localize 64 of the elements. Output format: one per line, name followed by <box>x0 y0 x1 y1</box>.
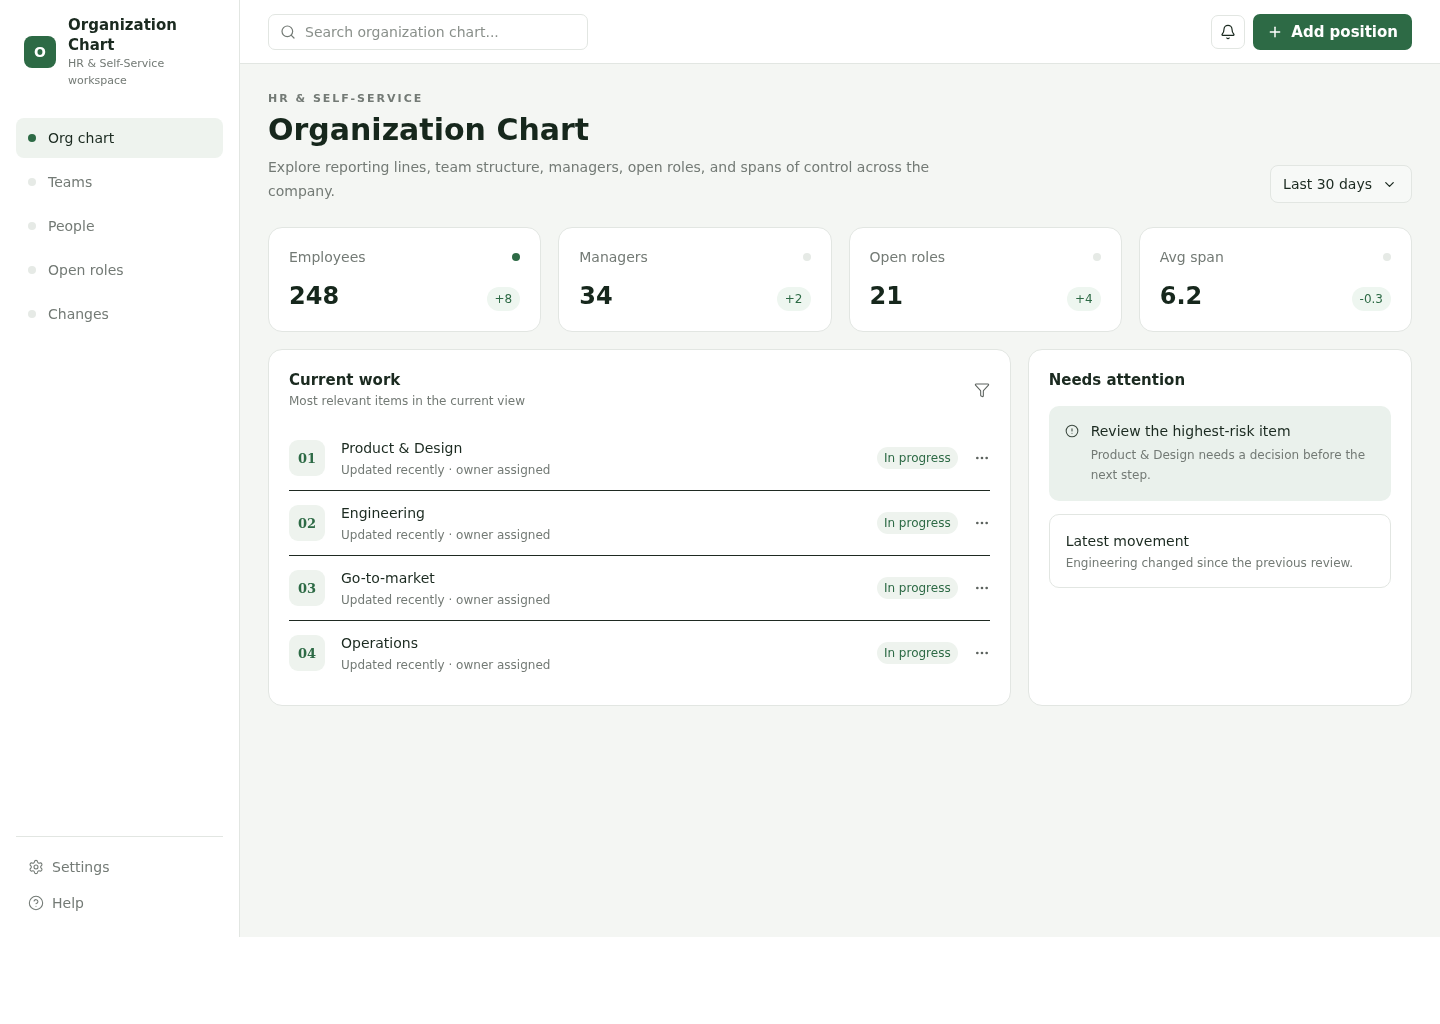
row-number: 01 <box>289 440 325 476</box>
nav-item[interactable]: Org chart <box>16 118 223 158</box>
help-link[interactable]: Help <box>16 885 223 921</box>
help-icon <box>28 895 44 911</box>
search-icon <box>280 23 296 40</box>
settings-icon <box>28 859 44 875</box>
stat-value: 248 <box>289 281 340 311</box>
stat-value: 34 <box>579 281 613 311</box>
panel-subtitle: Most relevant items in the current view <box>289 393 525 409</box>
row-title: Operations <box>341 634 419 653</box>
filter-button[interactable] <box>973 381 990 398</box>
alert-text: Product & Design needs a decision before the next step. <box>1090 447 1367 484</box>
alert-title: Review the highest-risk item <box>1090 422 1292 441</box>
alert-icon <box>1064 424 1079 438</box>
stat-label: Open roles <box>869 248 946 267</box>
brand-subtitle: HR & Self-Service workspace <box>68 56 166 89</box>
row-number: 02 <box>289 505 325 541</box>
change-badge: +8 <box>486 287 521 311</box>
stat-label: Avg span <box>1159 248 1224 267</box>
status-dot-icon <box>28 222 36 230</box>
status-badge: In progress <box>876 447 958 469</box>
row-meta: Updated recently · owner assigned <box>341 462 552 478</box>
row-meta: Updated recently · owner assigned <box>341 592 552 608</box>
add-position-button[interactable]: Add position <box>1253 13 1412 50</box>
row-title: Product & Design <box>341 439 464 458</box>
nav-item[interactable]: People <box>16 206 223 246</box>
search-field[interactable]: Search organization chart... <box>268 13 588 50</box>
row-meta: Updated recently · owner assigned <box>341 657 552 673</box>
status-dot-icon <box>28 178 36 186</box>
status-badge: In progress <box>876 642 958 664</box>
page-title: Organization Chart <box>268 111 591 149</box>
note-text: Engineering changed since the previous review. <box>1065 555 1355 571</box>
nav-item[interactable]: Teams <box>16 162 223 202</box>
brand-title: Organization Chart <box>68 15 178 55</box>
nav-item[interactable]: Open roles <box>16 250 223 290</box>
panel-title: Needs attention <box>1048 370 1187 390</box>
status-dot-icon <box>28 266 36 274</box>
status-badge: In progress <box>876 512 958 534</box>
row-meta: Updated recently · owner assigned <box>341 527 552 543</box>
bell-icon <box>1220 23 1237 40</box>
panel-title: Current work <box>289 370 402 390</box>
row-title: Engineering <box>341 504 426 523</box>
status-dot-icon <box>28 310 36 318</box>
stat-label: Managers <box>579 248 648 267</box>
change-badge: +4 <box>1067 287 1101 311</box>
row-number: 03 <box>289 570 325 606</box>
stat-value: 21 <box>869 281 903 311</box>
notifications-button[interactable] <box>1211 14 1246 49</box>
filter-icon <box>973 381 990 398</box>
stat-value: 6.2 <box>1159 281 1203 311</box>
row-number: 04 <box>289 635 325 671</box>
period-dropdown[interactable]: Last 30 days <box>1270 165 1412 203</box>
nav-item[interactable]: Changes <box>16 294 223 334</box>
change-badge: +2 <box>776 287 811 311</box>
eyebrow-label: HR & SELF-SERVICE <box>268 92 425 106</box>
settings-link[interactable]: Settings <box>16 849 223 885</box>
note-title: Latest movement <box>1065 532 1191 551</box>
status-badge: In progress <box>876 577 958 599</box>
status-dot-icon <box>28 134 36 142</box>
page-description: Explore reporting lines, team structure, managers, open roles, and spans of control across the company. <box>268 158 931 201</box>
brand-logo: O <box>24 36 56 68</box>
change-badge: -0.3 <box>1351 287 1391 311</box>
stat-label: Employees <box>289 248 366 267</box>
row-title: Go-to-market <box>341 569 436 588</box>
